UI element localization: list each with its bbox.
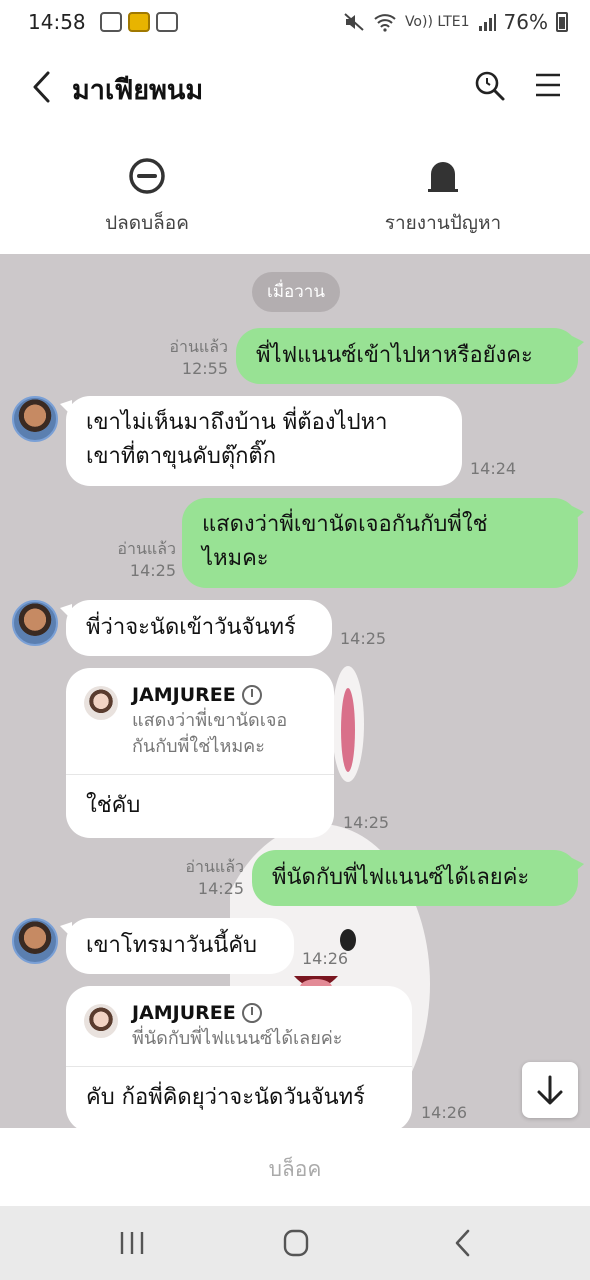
message-text: เขาที่ตาขุนคับตุ๊กติ๊ก: [86, 444, 277, 469]
message-time: 12:55: [181, 359, 228, 378]
back-arrow-icon[interactable]: [30, 70, 52, 104]
message-text: ใช่คับ: [86, 793, 141, 818]
incoming-message[interactable]: เขาโทรมาวันนี้คับ: [60, 918, 294, 974]
signal-icon: [478, 14, 496, 31]
message-time: 14:25: [129, 561, 176, 580]
message-text: เขาโทรมาวันนี้คับ: [86, 933, 258, 958]
status-bar: 14:58 Vo)) LTE1 76%: [0, 0, 590, 44]
unblock-icon: [129, 158, 165, 194]
message-text: พี่ไฟแนนซ์เข้าไปหาหรือยังคะ: [256, 343, 533, 368]
incoming-message[interactable]: เขาไม่เห็นมาถึงบ้าน พี่ต้องไปหา เขาที่ตา…: [60, 396, 462, 486]
clock-icon: [241, 1003, 262, 1023]
status-time: 14:58: [28, 10, 86, 34]
message-time: 14:25: [340, 629, 387, 648]
battery-icon: [556, 12, 568, 32]
reply-message[interactable]: JAMJUREE แสดงว่าพี่เขานัดเจอ กันกับพี่ใช…: [66, 668, 334, 838]
read-receipt: อ่านแล้ว: [185, 857, 244, 876]
message-text: พี่ว่าจะนัดเข้าวันจันทร์: [86, 615, 296, 640]
reply-message[interactable]: JAMJUREE พี่นัดกับพี่ไฟแนนซ์ได้เลยค่ะ คั…: [66, 986, 412, 1128]
message-time: 14:26: [421, 1103, 468, 1122]
message-meta: อ่านแล้ว 14:25: [96, 538, 176, 582]
home-icon[interactable]: [280, 1228, 312, 1258]
quoted-avatar: [84, 686, 118, 720]
message-meta: อ่านแล้ว 14:25: [164, 856, 244, 900]
message-meta: อ่านแล้ว 12:55: [150, 336, 228, 380]
contact-avatar[interactable]: [12, 600, 58, 646]
block-button[interactable]: บล็อค: [0, 1128, 590, 1206]
unblock-button[interactable]: ปลดบล็อค: [47, 156, 247, 238]
chat-header: มาเฟียพนม: [0, 44, 590, 128]
quoted-sender: JAMJUREE: [132, 684, 236, 706]
unblock-label: ปลดบล็อค: [105, 212, 189, 234]
quoted-text: แสดงว่าพี่เขานัดเจอ: [132, 710, 288, 731]
contact-avatar[interactable]: [12, 918, 58, 964]
incoming-message[interactable]: พี่ว่าจะนัดเข้าวันจันทร์: [60, 600, 332, 656]
read-receipt: อ่านแล้ว: [117, 539, 176, 558]
chat-area[interactable]: เมื่อวาน อ่านแล้ว 12:55 พี่ไฟแนนซ์เข้าไป…: [0, 254, 590, 1128]
scroll-down-button[interactable]: [522, 1062, 578, 1118]
siren-icon: [428, 162, 458, 192]
message-text: พี่นัดกับพี่ไฟแนนซ์ได้เลยค่ะ: [272, 865, 530, 890]
mute-icon: [344, 13, 364, 31]
message-time: 14:24: [470, 459, 517, 478]
quoted-text: กันกับพี่ใช่ไหมคะ: [132, 736, 265, 757]
read-receipt: อ่านแล้ว: [169, 337, 228, 356]
quoted-sender: JAMJUREE: [132, 1002, 236, 1024]
message-text: คับ ก้อพี่คิดยุว่าจะนัดวันจันทร์: [86, 1085, 365, 1110]
notification-icons: [99, 12, 178, 32]
volte-label: Vo)) LTE1: [404, 14, 470, 30]
system-nav-bar: [0, 1206, 590, 1280]
message-text: แสดงว่าพี่เขานัดเจอกันกับพี่ใช่: [202, 512, 488, 537]
quoted-message[interactable]: JAMJUREE แสดงว่าพี่เขานัดเจอ กันกับพี่ใช…: [66, 668, 334, 775]
message-time: 14:26: [302, 949, 349, 968]
video-icon: [155, 12, 178, 32]
message-time: 14:25: [197, 879, 244, 898]
system-back-icon[interactable]: [448, 1228, 480, 1258]
gallery-icon: [99, 12, 122, 32]
message-text: ไหมคะ: [202, 546, 269, 571]
menu-icon[interactable]: [534, 72, 562, 98]
message-text: เขาไม่เห็นมาถึงบ้าน พี่ต้องไปหา: [86, 410, 388, 435]
outgoing-message[interactable]: พี่นัดกับพี่ไฟแนนซ์ได้เลยค่ะ: [252, 850, 584, 906]
message-time: 14:25: [343, 813, 390, 832]
report-label: รายงานปัญหา: [384, 212, 502, 234]
date-separator: เมื่อวาน: [252, 272, 340, 312]
wifi-icon: [374, 14, 396, 32]
recent-apps-icon[interactable]: [116, 1228, 148, 1258]
quoted-avatar: [84, 1004, 118, 1038]
sunflower-app-icon: [127, 12, 150, 32]
quoted-text: พี่นัดกับพี่ไฟแนนซ์ได้เลยค่ะ: [132, 1028, 343, 1049]
chat-title: มาเฟียพนม: [72, 75, 204, 106]
quoted-message[interactable]: JAMJUREE พี่นัดกับพี่ไฟแนนซ์ได้เลยค่ะ: [66, 986, 412, 1067]
action-row: ปลดบล็อค รายงานปัญหา: [0, 128, 590, 254]
report-button[interactable]: รายงานปัญหา: [343, 156, 543, 238]
outgoing-message[interactable]: แสดงว่าพี่เขานัดเจอกันกับพี่ใช่ ไหมคะ: [182, 498, 584, 588]
clock-icon: [241, 685, 262, 705]
battery-percent: 76%: [503, 10, 548, 34]
outgoing-message[interactable]: พี่ไฟแนนซ์เข้าไปหาหรือยังคะ: [236, 328, 584, 384]
search-icon[interactable]: [474, 70, 506, 102]
contact-avatar[interactable]: [12, 396, 58, 442]
